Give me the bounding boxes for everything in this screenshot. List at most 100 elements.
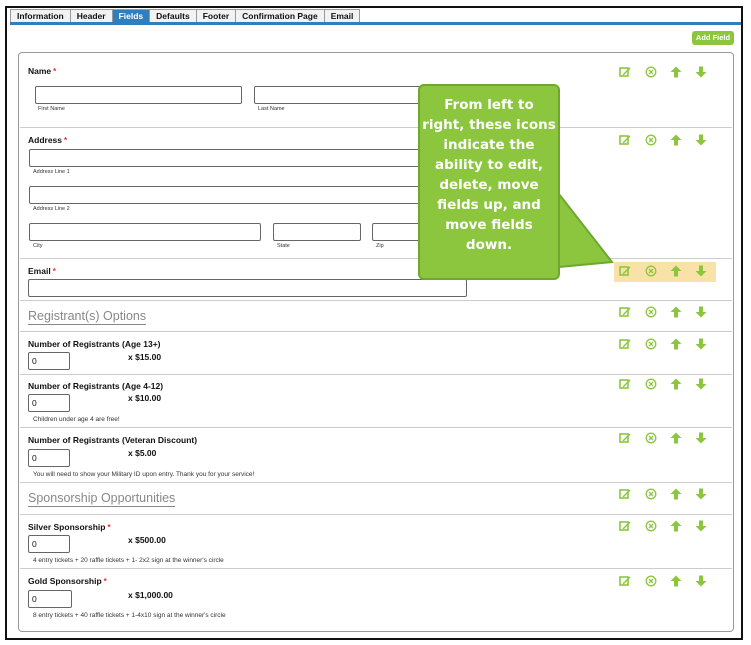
edit-icon[interactable] <box>619 66 631 78</box>
move-up-icon[interactable] <box>670 338 682 350</box>
move-down-icon[interactable] <box>695 306 707 318</box>
reg-adult-label: Number of Registrants (Age 13+) <box>28 339 161 349</box>
tab-information[interactable]: Information <box>10 9 70 23</box>
delete-icon[interactable] <box>645 306 657 318</box>
callout-line: delete, move <box>439 177 539 193</box>
delete-icon[interactable] <box>645 520 657 532</box>
silver-price: x $500.00 <box>128 535 166 545</box>
callout-line: down. <box>465 237 513 253</box>
row-actions-registrant-options <box>619 306 709 320</box>
reg-adult-price: x $15.00 <box>128 352 162 362</box>
tab-email[interactable]: Email <box>323 9 361 23</box>
move-up-icon[interactable] <box>670 432 682 444</box>
delete-icon[interactable] <box>645 134 657 146</box>
callout-line: ability to edit, <box>434 157 544 173</box>
move-down-icon[interactable] <box>695 66 707 78</box>
add-field-button[interactable]: Add Field <box>692 31 734 45</box>
separator <box>20 374 732 375</box>
last-name-sublabel: Last Name <box>258 106 285 112</box>
reg-child-description: Children under age 4 are free! <box>33 416 120 423</box>
move-down-icon[interactable] <box>695 520 707 532</box>
delete-icon[interactable] <box>645 378 657 390</box>
tab-fields[interactable]: Fields <box>111 9 150 23</box>
move-down-icon[interactable] <box>695 134 707 146</box>
address-line-1-sublabel: Address Line 1 <box>33 169 70 175</box>
address-field-label: Address * <box>28 135 67 145</box>
email-input[interactable] <box>28 279 467 297</box>
delete-icon[interactable] <box>645 432 657 444</box>
delete-icon[interactable] <box>645 338 657 350</box>
edit-icon[interactable] <box>619 338 631 350</box>
tab-header[interactable]: Header <box>69 9 112 23</box>
row-actions-reg-veteran <box>619 432 709 446</box>
delete-icon[interactable] <box>645 575 657 587</box>
separator <box>20 482 732 483</box>
move-down-icon[interactable] <box>695 338 707 350</box>
edit-icon[interactable] <box>619 134 631 146</box>
row-actions-name <box>619 66 709 80</box>
move-down-icon[interactable] <box>695 265 707 277</box>
separator <box>20 300 732 301</box>
move-down-icon[interactable] <box>695 378 707 390</box>
silver-description: 4 entry tickets + 20 raffle tickets + 1-… <box>33 557 224 564</box>
tab-underline <box>10 22 741 25</box>
move-up-icon[interactable] <box>670 520 682 532</box>
separator <box>20 568 732 569</box>
email-field-label: Email * <box>28 266 56 276</box>
gold-price: x $1,000.00 <box>128 590 173 600</box>
zip-sublabel: Zip <box>376 243 384 249</box>
state-sublabel: State <box>277 243 290 249</box>
zip-input[interactable] <box>372 223 422 241</box>
reg-veteran-price: x $5.00 <box>128 448 157 458</box>
city-sublabel: City <box>33 243 43 249</box>
callout-line: fields up, and <box>437 197 541 213</box>
move-up-icon[interactable] <box>670 488 682 500</box>
tab-defaults[interactable]: Defaults <box>149 9 196 23</box>
last-name-input[interactable] <box>254 86 422 104</box>
move-up-icon[interactable] <box>670 134 682 146</box>
move-up-icon[interactable] <box>670 575 682 587</box>
move-up-icon[interactable] <box>670 306 682 318</box>
edit-icon[interactable] <box>619 306 631 318</box>
reg-child-label: Number of Registrants (Age 4-12) <box>28 381 164 391</box>
address-line-1-input[interactable] <box>29 149 422 167</box>
reg-child-quantity-input[interactable]: 0 <box>28 394 70 412</box>
move-down-icon[interactable] <box>695 575 707 587</box>
required-marker: * <box>64 136 68 145</box>
edit-icon[interactable] <box>619 488 631 500</box>
reg-adult-quantity-input[interactable]: 0 <box>28 352 70 370</box>
row-actions-email-highlighted <box>614 262 716 282</box>
tab-footer[interactable]: Footer <box>195 9 236 23</box>
address-line-2-sublabel: Address Line 2 <box>33 206 70 212</box>
move-up-icon[interactable] <box>670 378 682 390</box>
first-name-sublabel: First Name <box>38 106 65 112</box>
delete-icon[interactable] <box>645 66 657 78</box>
gold-sponsorship-label: Gold Sponsorship * <box>28 576 107 586</box>
move-down-icon[interactable] <box>695 432 707 444</box>
tab-confirmation-page[interactable]: Confirmation Page <box>235 9 324 23</box>
edit-icon[interactable] <box>619 520 631 532</box>
gold-quantity-input[interactable]: 0 <box>28 590 72 608</box>
edit-icon[interactable] <box>619 378 631 390</box>
move-up-icon[interactable] <box>670 66 682 78</box>
required-marker: * <box>52 267 56 276</box>
callout-line: indicate the <box>443 137 535 153</box>
edit-icon[interactable] <box>619 265 631 277</box>
address-label-text: Address <box>28 135 63 145</box>
move-down-icon[interactable] <box>695 488 707 500</box>
first-name-input[interactable] <box>35 86 242 104</box>
state-input[interactable] <box>273 223 361 241</box>
reg-veteran-quantity-input[interactable]: 0 <box>28 449 70 467</box>
delete-icon[interactable] <box>645 265 657 277</box>
edit-icon[interactable] <box>619 575 631 587</box>
email-label-text: Email <box>28 266 51 276</box>
edit-icon[interactable] <box>619 432 631 444</box>
address-line-2-input[interactable] <box>29 186 422 204</box>
city-input[interactable] <box>29 223 261 241</box>
row-actions-reg-child <box>619 378 709 392</box>
silver-quantity-input[interactable]: 0 <box>28 535 70 553</box>
callout-tooltip: From left to right, these icons indicate… <box>418 84 560 280</box>
tab-bar: Information Header Fields Defaults Foote… <box>10 9 361 23</box>
delete-icon[interactable] <box>645 488 657 500</box>
move-up-icon[interactable] <box>670 265 682 277</box>
